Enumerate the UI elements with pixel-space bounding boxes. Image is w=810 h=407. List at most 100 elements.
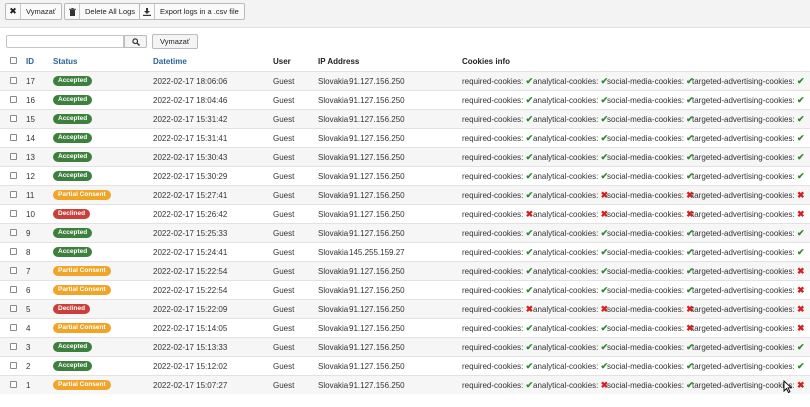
row-checkbox[interactable] bbox=[10, 153, 17, 160]
row-datetime: 2022-02-17 18:04:46 bbox=[153, 96, 228, 105]
row-country: Slovakia bbox=[318, 191, 349, 200]
cookie-label: analytical-cookies: bbox=[533, 172, 599, 181]
search-icon bbox=[131, 37, 140, 46]
row-datetime: 2022-02-17 15:13:33 bbox=[153, 343, 228, 352]
column-ip: IP Address bbox=[318, 57, 360, 66]
filter-clear-button[interactable]: Vymazať bbox=[152, 34, 198, 49]
cookie-status: social-media-cookies: ✔ bbox=[607, 224, 694, 243]
cookie-status: analytical-cookies: ✔ bbox=[533, 357, 608, 376]
cookie-status: required-cookies: ✔ bbox=[462, 110, 533, 129]
row-checkbox[interactable] bbox=[10, 324, 17, 331]
select-all-checkbox[interactable] bbox=[10, 57, 17, 64]
cookie-label: social-media-cookies: bbox=[607, 267, 684, 276]
cookie-label: required-cookies: bbox=[462, 172, 524, 181]
row-checkbox[interactable] bbox=[10, 381, 17, 388]
row-datetime: 2022-02-17 15:31:41 bbox=[153, 134, 228, 143]
cookie-label: analytical-cookies: bbox=[533, 305, 599, 314]
row-checkbox[interactable] bbox=[10, 134, 17, 141]
cookie-label: required-cookies: bbox=[462, 362, 524, 371]
row-id: 9 bbox=[26, 229, 31, 238]
row-checkbox[interactable] bbox=[10, 362, 17, 369]
cookie-label: social-media-cookies: bbox=[607, 96, 684, 105]
row-checkbox[interactable] bbox=[10, 267, 17, 274]
cookie-label: targeted-advertising-cookies: bbox=[692, 286, 795, 295]
row-status: Partial Consent bbox=[53, 319, 111, 338]
clear-button[interactable]: ✖ Vymazať bbox=[5, 3, 62, 20]
table-row: 3 Accepted 2022-02-17 15:13:33 Guest Slovaki… bbox=[0, 337, 810, 356]
row-user: Guest bbox=[273, 153, 295, 162]
cookie-label: social-media-cookies: bbox=[607, 305, 684, 314]
row-country: Slovakia bbox=[318, 115, 349, 124]
cookie-status: analytical-cookies: ✔ bbox=[533, 129, 608, 148]
row-checkbox[interactable] bbox=[10, 172, 17, 179]
column-id[interactable]: ID bbox=[26, 52, 34, 71]
row-checkbox[interactable] bbox=[10, 210, 17, 217]
row-status: Accepted bbox=[53, 110, 93, 129]
row-user: Guest bbox=[273, 229, 295, 238]
table-row: 4 Partial Consent 2022-02-17 15:14:05 Guest… bbox=[0, 318, 810, 337]
row-checkbox[interactable] bbox=[10, 305, 17, 312]
row-checkbox[interactable] bbox=[10, 286, 17, 293]
column-user: User bbox=[273, 57, 291, 66]
column-status[interactable]: Status bbox=[53, 52, 77, 71]
cookie-status: social-media-cookies: ✔ bbox=[607, 338, 694, 357]
row-checkbox[interactable] bbox=[10, 115, 17, 122]
row-id: 10 bbox=[26, 210, 35, 219]
check-icon: ✔ bbox=[796, 342, 805, 352]
status-badge: Accepted bbox=[53, 94, 93, 105]
cookie-label: targeted-advertising-cookies: bbox=[692, 248, 795, 257]
status-badge: Partial Consent bbox=[53, 189, 111, 200]
row-checkbox[interactable] bbox=[10, 229, 17, 236]
column-cookies: Cookies info bbox=[462, 57, 511, 66]
row-checkbox[interactable] bbox=[10, 248, 17, 255]
cross-icon: ✖ bbox=[796, 285, 805, 295]
status-badge: Accepted bbox=[53, 360, 93, 371]
status-badge: Partial Consent bbox=[53, 265, 111, 276]
row-datetime: 2022-02-17 15:22:54 bbox=[153, 286, 228, 295]
cookie-status: social-media-cookies: ✖ bbox=[607, 186, 694, 205]
row-country: Slovakia bbox=[318, 210, 349, 219]
row-checkbox[interactable] bbox=[10, 96, 17, 103]
row-datetime: 2022-02-17 15:30:29 bbox=[153, 172, 228, 181]
row-status: Accepted bbox=[53, 91, 93, 110]
cookie-status: required-cookies: ✔ bbox=[462, 148, 533, 167]
delete-all-logs-button[interactable]: Delete All Logs bbox=[64, 3, 142, 20]
cookie-label: analytical-cookies: bbox=[533, 362, 599, 371]
search-input[interactable] bbox=[6, 35, 124, 48]
row-checkbox[interactable] bbox=[10, 77, 17, 84]
status-badge: Accepted bbox=[53, 341, 93, 352]
cookie-label: targeted-advertising-cookies: bbox=[692, 229, 795, 238]
row-datetime: 2022-02-17 15:31:42 bbox=[153, 115, 228, 124]
clear-button-label: Vymazať bbox=[26, 7, 56, 16]
cookie-label: targeted-advertising-cookies: bbox=[692, 191, 795, 200]
row-country: Slovakia bbox=[318, 77, 349, 86]
column-datetime[interactable]: Datetime bbox=[153, 52, 187, 71]
table-row: 2 Accepted 2022-02-17 15:12:02 Guest Slovaki… bbox=[0, 356, 810, 375]
cookie-label: social-media-cookies: bbox=[607, 77, 684, 86]
cookie-status: required-cookies: ✔ bbox=[462, 224, 533, 243]
cookie-label: social-media-cookies: bbox=[607, 286, 684, 295]
row-status: Accepted bbox=[53, 167, 93, 186]
toolbar: ✖ Vymazať Delete All Logs Export logs in… bbox=[0, 0, 810, 28]
cookie-status: targeted-advertising-cookies: ✖ bbox=[692, 262, 805, 281]
row-checkbox[interactable] bbox=[10, 191, 17, 198]
cookie-label: analytical-cookies: bbox=[533, 210, 599, 219]
row-status: Accepted bbox=[53, 338, 93, 357]
row-country: Slovakia bbox=[318, 362, 349, 371]
row-status: Partial Consent bbox=[53, 262, 111, 281]
table-row: 17 Accepted 2022-02-17 18:06:06 Guest Slovak… bbox=[0, 71, 810, 90]
row-country: Slovakia bbox=[318, 96, 349, 105]
search-button[interactable] bbox=[124, 35, 147, 48]
table-row: 15 Accepted 2022-02-17 15:31:42 Guest Slovak… bbox=[0, 109, 810, 128]
cookie-label: analytical-cookies: bbox=[533, 286, 599, 295]
export-csv-button[interactable]: Export logs in a .csv file bbox=[139, 3, 245, 20]
status-badge: Partial Consent bbox=[53, 284, 111, 295]
row-datetime: 2022-02-17 15:25:33 bbox=[153, 229, 228, 238]
cookie-label: targeted-advertising-cookies: bbox=[692, 153, 795, 162]
cookie-status: targeted-advertising-cookies: ✖ bbox=[692, 281, 805, 300]
row-checkbox[interactable] bbox=[10, 343, 17, 350]
cross-icon: ✖ bbox=[796, 266, 805, 276]
row-datetime: 2022-02-17 18:06:06 bbox=[153, 77, 228, 86]
cookie-label: social-media-cookies: bbox=[607, 153, 684, 162]
download-icon bbox=[140, 4, 155, 19]
